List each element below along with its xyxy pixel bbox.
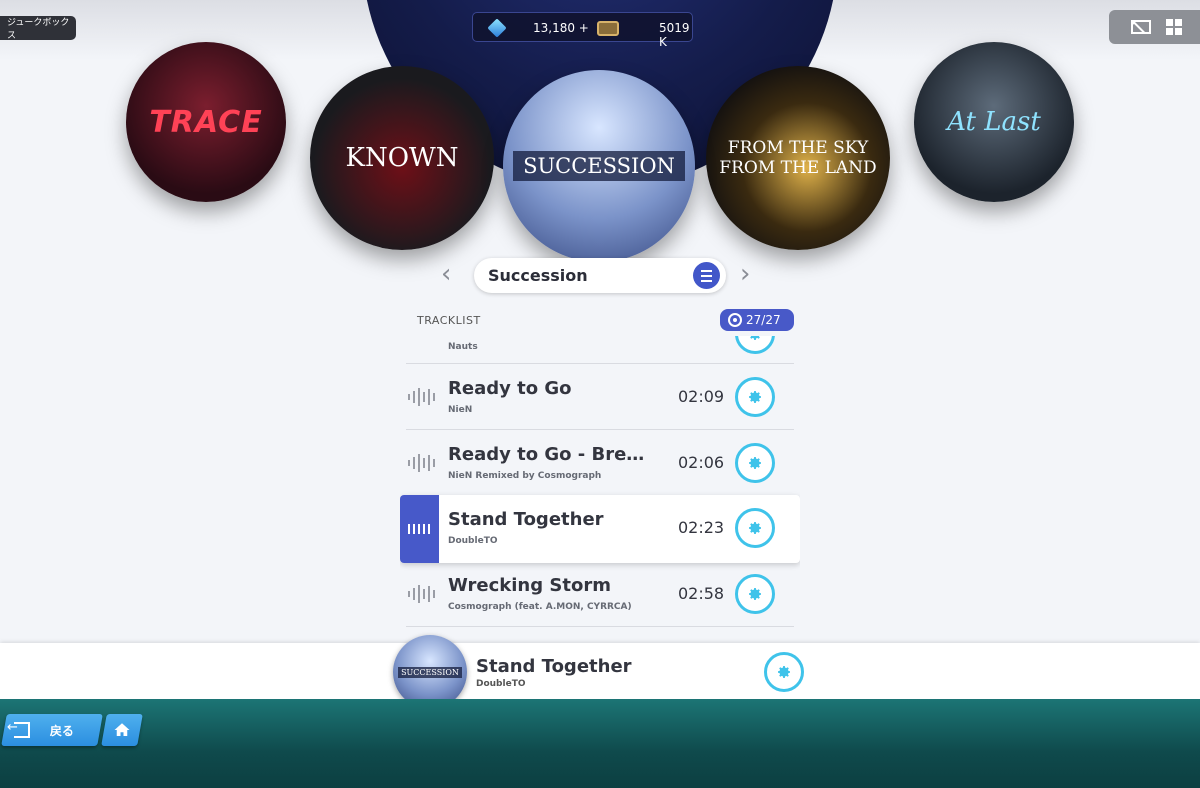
- album-title: FROM THE SKY FROM THE LAND: [719, 138, 877, 178]
- album-succession[interactable]: SUCCESSION: [503, 70, 695, 262]
- track-duration: 02:58: [678, 584, 725, 603]
- album-from-the-sky[interactable]: FROM THE SKY FROM THE LAND: [706, 66, 890, 250]
- waveform-icon: [408, 585, 435, 603]
- album-title: KNOWN: [345, 143, 459, 173]
- exit-icon: [14, 722, 30, 738]
- track-row[interactable]: Nauts: [406, 336, 794, 364]
- now-playing-jacket: SUCCESSION: [393, 635, 467, 709]
- track-settings-button[interactable]: [735, 377, 775, 417]
- track-row[interactable]: Wrecking Storm Cosmograph (feat. A.MON, …: [406, 561, 794, 627]
- home-icon: [114, 723, 130, 736]
- footer-bar: 戻る: [0, 699, 1200, 788]
- track-row-selected[interactable]: Stand Together DoubleTO 02:23: [400, 495, 800, 563]
- track-title: Wrecking Storm: [448, 575, 611, 596]
- list-icon[interactable]: [693, 262, 720, 289]
- track-settings-button[interactable]: [735, 574, 775, 614]
- next-album-chevron-icon[interactable]: ›: [740, 261, 760, 287]
- track-settings-button[interactable]: [735, 443, 775, 483]
- gear-icon: [749, 588, 761, 600]
- gear-icon: [749, 457, 761, 469]
- gear-icon: [749, 391, 761, 403]
- equalizer-icon: [408, 524, 430, 534]
- tracklist-label: TRACKLIST: [417, 314, 481, 327]
- album-name: Succession: [488, 266, 588, 285]
- track-artist: Nauts: [448, 342, 478, 352]
- album-name-box: Succession: [474, 258, 726, 293]
- track-duration: 02:23: [678, 518, 725, 537]
- track-title: Ready to Go - Break...: [448, 444, 656, 465]
- track-artist: DoubleTO: [448, 536, 498, 546]
- album-title: TRACE: [149, 104, 263, 140]
- home-button[interactable]: [101, 714, 143, 746]
- back-button[interactable]: 戻る: [1, 714, 103, 746]
- album-known[interactable]: KNOWN: [310, 66, 494, 250]
- now-playing-settings-button[interactable]: [764, 652, 804, 692]
- now-playing-title: Stand Together: [476, 656, 632, 677]
- playing-indicator: [400, 495, 439, 563]
- track-artist: Cosmograph (feat. A.MON, CYRRCA): [448, 602, 632, 612]
- track-title: Stand Together: [448, 509, 604, 530]
- track-row[interactable]: Ready to Go - Break... NieN Remixed by C…: [406, 430, 794, 496]
- album-trace[interactable]: TRACE: [126, 42, 286, 202]
- track-duration: 02:06: [678, 453, 725, 472]
- track-row[interactable]: Ready to Go NieN 02:09: [406, 364, 794, 430]
- album-title: At Last: [947, 107, 1041, 137]
- prev-album-chevron-icon[interactable]: ‹: [441, 261, 461, 287]
- album-at-last[interactable]: At Last: [914, 42, 1074, 202]
- gear-icon: [750, 336, 760, 340]
- track-list[interactable]: Nauts Ready to Go NieN 02:09 Ready to Go…: [400, 336, 800, 641]
- album-carousel: TRACE KNOWN FROM THE SKY FROM THE LAND A…: [0, 0, 1200, 262]
- track-title: Ready to Go: [448, 378, 572, 399]
- waveform-icon: [408, 388, 435, 406]
- track-settings-button[interactable]: [735, 336, 775, 354]
- track-artist: NieN Remixed by Cosmograph: [448, 471, 602, 481]
- waveform-icon: [408, 454, 435, 472]
- track-duration: 02:09: [678, 387, 725, 406]
- jacket-title: SUCCESSION: [398, 666, 462, 678]
- disc-icon: [728, 313, 742, 327]
- track-count-badge: 27/27: [720, 309, 794, 331]
- gear-icon: [778, 666, 790, 678]
- gear-icon: [749, 522, 761, 534]
- track-settings-button[interactable]: [735, 508, 775, 548]
- album-title: SUCCESSION: [513, 151, 685, 181]
- now-playing-artist: DoubleTO: [476, 679, 526, 689]
- now-playing-bar[interactable]: SUCCESSION Stand Together DoubleTO: [0, 635, 1200, 709]
- track-count: 27/27: [746, 313, 781, 327]
- track-artist: NieN: [448, 405, 473, 415]
- back-label: 戻る: [50, 723, 75, 738]
